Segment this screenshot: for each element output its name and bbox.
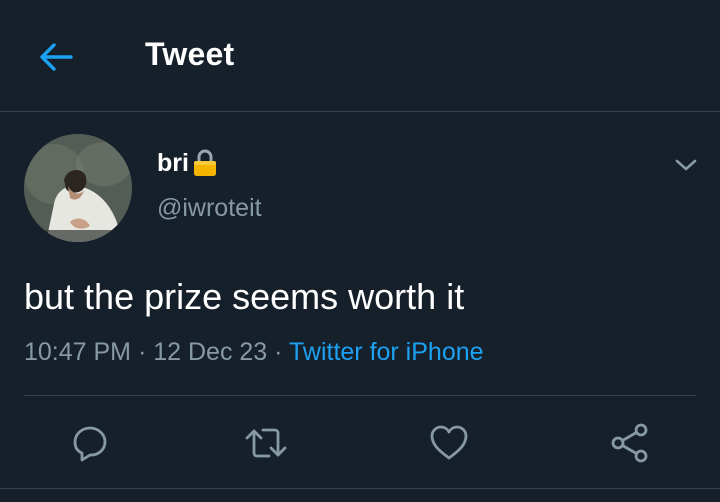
tweet-date: 12 Dec 23 [153,338,268,366]
retweet-button[interactable] [243,420,289,466]
reply-button[interactable] [67,420,113,466]
page-title: Tweet [145,36,235,72]
author-handle[interactable]: @iwroteit [157,194,262,223]
top-bar: Tweet [0,0,720,112]
meta-separator: · [274,338,283,366]
tweet-meta: 10:47 PM · 12 Dec 23 · Twitter for iPhon… [24,338,484,367]
avatar-photo [24,134,132,242]
tweet-source-link[interactable]: Twitter for iPhone [289,338,484,366]
retweet-icon [245,428,287,458]
divider [24,395,696,396]
share-icon [611,423,648,463]
avatar[interactable] [24,134,132,242]
tweet-menu-button[interactable] [666,150,706,180]
chevron-down-icon [675,159,697,171]
tweet-text: but the prize seems worth it [24,276,465,317]
display-name-text: bri [157,148,189,177]
lock-icon [193,149,216,176]
back-button[interactable] [28,34,84,80]
meta-separator: · [137,338,147,366]
share-button[interactable] [607,420,653,466]
divider [0,488,720,489]
reply-icon [73,426,107,462]
like-button[interactable] [426,420,472,466]
author-name[interactable]: bri [157,148,218,178]
tweet-time: 10:47 PM [24,338,132,366]
arrow-left-icon [40,43,73,71]
heart-icon [430,425,468,460]
